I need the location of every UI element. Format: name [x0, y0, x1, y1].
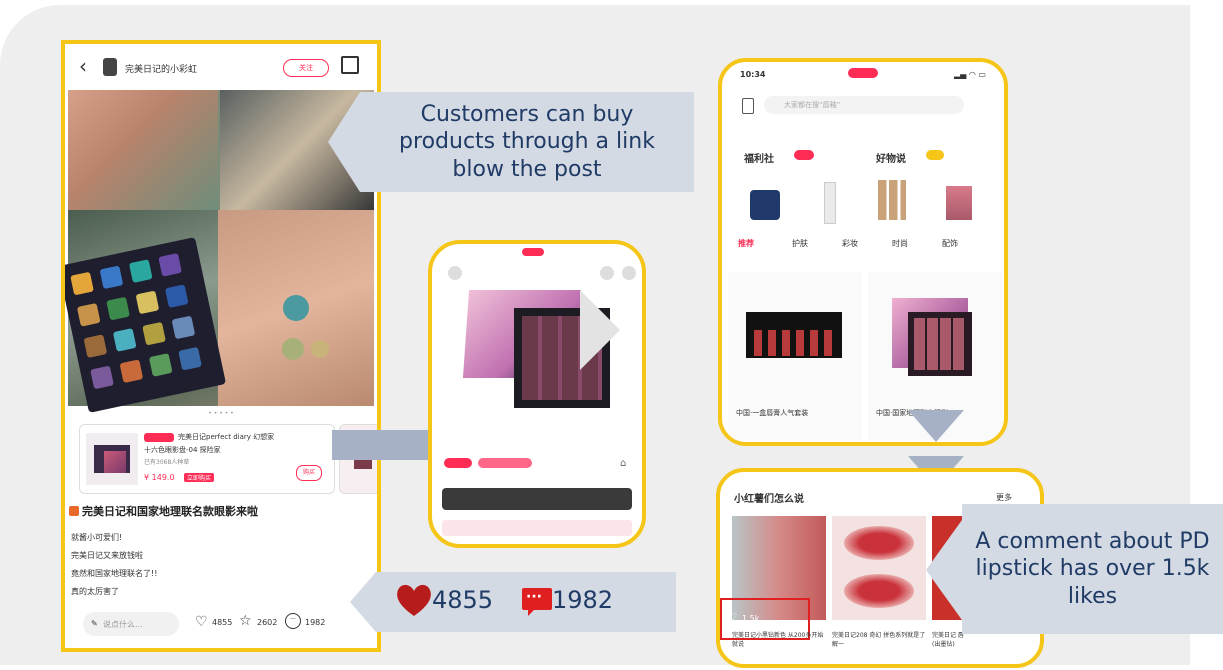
swatch-gold: [311, 340, 329, 358]
body-line-2: 完美日记又来放钱啦: [71, 551, 143, 560]
body-line-1: 就酱小可爱们!: [71, 533, 123, 542]
stats-banner-pointer: [350, 572, 376, 632]
comment-input[interactable]: ✎ 说点什么...: [83, 612, 179, 636]
tab-skincare[interactable]: 护肤: [792, 238, 808, 249]
heart-icon: [397, 584, 431, 616]
callout-buy-link: Customers can buy products through a lin…: [360, 92, 694, 192]
carousel-dots: • • • • •: [208, 410, 234, 417]
product-brushes[interactable]: [878, 180, 906, 220]
product-image: [462, 284, 620, 414]
store-item-1-label: 中国·一盒唇膏人气套装: [736, 409, 809, 417]
callout-pointer-left: [328, 92, 360, 192]
buy-button[interactable]: 购买: [296, 465, 322, 481]
status-pill: [848, 68, 878, 78]
product-bottle[interactable]: [824, 182, 836, 224]
comment-bubble-icon[interactable]: ···: [285, 613, 301, 629]
store-item-lipsticks[interactable]: 中国·一盒唇膏人气套装: [728, 272, 862, 440]
banner-comments: 1982: [552, 586, 614, 614]
author-avatar[interactable]: [103, 58, 117, 76]
share-circle-icon[interactable]: [600, 266, 614, 280]
review-caption-2: 完美日记208 奇幻 拼色系列就是了解一: [832, 632, 926, 648]
section-left-title: 福利社: [744, 154, 774, 165]
coupon-pill: [478, 458, 532, 468]
back-icon[interactable]: ‹: [79, 54, 87, 78]
price-pill: [444, 458, 472, 468]
heart-outline-icon-small: ♡: [728, 612, 737, 623]
product-title: 完美日记perfect diary 幻想家: [178, 433, 275, 441]
product-subtitle: 十六色眼影盘-04 探险家: [144, 446, 221, 454]
review-caption-1: 完美日记小黑钻新色 从200多开始就说: [732, 632, 824, 648]
product-thumb: [86, 433, 138, 485]
post-title: 完美日记和国家地理联名款眼影来啦: [82, 505, 258, 518]
back-circle-icon[interactable]: [448, 266, 462, 280]
product-tag: [144, 433, 174, 442]
comment-icon: ···: [522, 588, 552, 616]
status-pill: [522, 248, 544, 256]
store-search-placeholder: 大家都在搜“唇釉”: [784, 101, 841, 109]
callout-pointer-comment: [926, 520, 962, 620]
banner-likes: 4855: [432, 586, 494, 614]
comment-placeholder: 说点什么...: [103, 620, 143, 629]
tab-makeup[interactable]: 彩妆: [842, 238, 858, 249]
author-name[interactable]: 完美日记的小彩虹: [125, 62, 197, 75]
product-jar[interactable]: [750, 190, 780, 220]
star-icon[interactable]: ☆: [239, 613, 252, 629]
section-right-badge: [926, 150, 944, 160]
review-card-2[interactable]: [832, 516, 926, 620]
product-page-screenshot: ⌂: [428, 240, 646, 548]
heart-outline-icon[interactable]: ♡: [195, 614, 208, 630]
category-tabs: 推荐 护肤 彩妆 时尚 配饰: [738, 238, 1004, 258]
hand-photo: [68, 90, 218, 210]
community-more[interactable]: 更多: [996, 492, 1012, 503]
section-right-title: 好物说: [876, 154, 906, 165]
stars-count: 2602: [257, 618, 278, 627]
product-card[interactable]: 完美日记perfect diary 幻想家 十六色眼影盘-04 探险家 已有30…: [79, 424, 335, 494]
product-palette-small[interactable]: [946, 186, 972, 220]
section-left-badge: [794, 150, 814, 160]
notice-bar: [442, 488, 632, 510]
product-sold: 已有3068人种草: [144, 459, 190, 466]
comments-count: 1982: [305, 618, 326, 627]
store-screenshot: 10:34 ▂▄ ◠ ▭ 大家都在搜“唇釉” 福利社 好物说 推荐 护肤 彩妆 …: [718, 58, 1008, 446]
community-title: 小红薯们怎么说: [734, 494, 804, 505]
follow-button[interactable]: 关注: [283, 59, 329, 77]
swatch-teal: [283, 295, 309, 321]
post-header: ‹ 完美日记的小彩虹 关注: [65, 44, 377, 90]
product-price: ¥ 149.0: [144, 473, 175, 482]
edit-icon: ✎: [91, 619, 98, 628]
tab-fashion[interactable]: 时尚: [892, 238, 908, 249]
menu-icon[interactable]: [742, 98, 754, 114]
share-icon[interactable]: [341, 56, 359, 74]
price-tag: 立即购买: [184, 473, 215, 482]
body-line-3: 竟然和国家地理联名了!!: [71, 569, 158, 578]
status-time: 10:34: [740, 70, 766, 79]
callout-comment: A comment about PD lipstick has over 1.5…: [962, 504, 1223, 634]
tab-recommend[interactable]: 推荐: [738, 238, 754, 249]
bottom-action-bar: [442, 520, 632, 536]
tab-accessories[interactable]: 配饰: [942, 238, 958, 249]
swatch-green: [282, 338, 304, 360]
store-search-input[interactable]: 大家都在搜“唇釉”: [764, 96, 964, 114]
body-line-4: 真的太厉害了: [71, 587, 119, 596]
signal-icons: ▂▄ ◠ ▭: [954, 70, 986, 79]
chevron-down-icon-1: [908, 410, 964, 442]
review-likes: 1.5k: [742, 614, 760, 623]
likes-count: 4855: [212, 618, 233, 627]
cart-icon[interactable]: ⌂: [620, 458, 626, 469]
gift-icon: [69, 506, 79, 516]
more-circle-icon[interactable]: [622, 266, 636, 280]
